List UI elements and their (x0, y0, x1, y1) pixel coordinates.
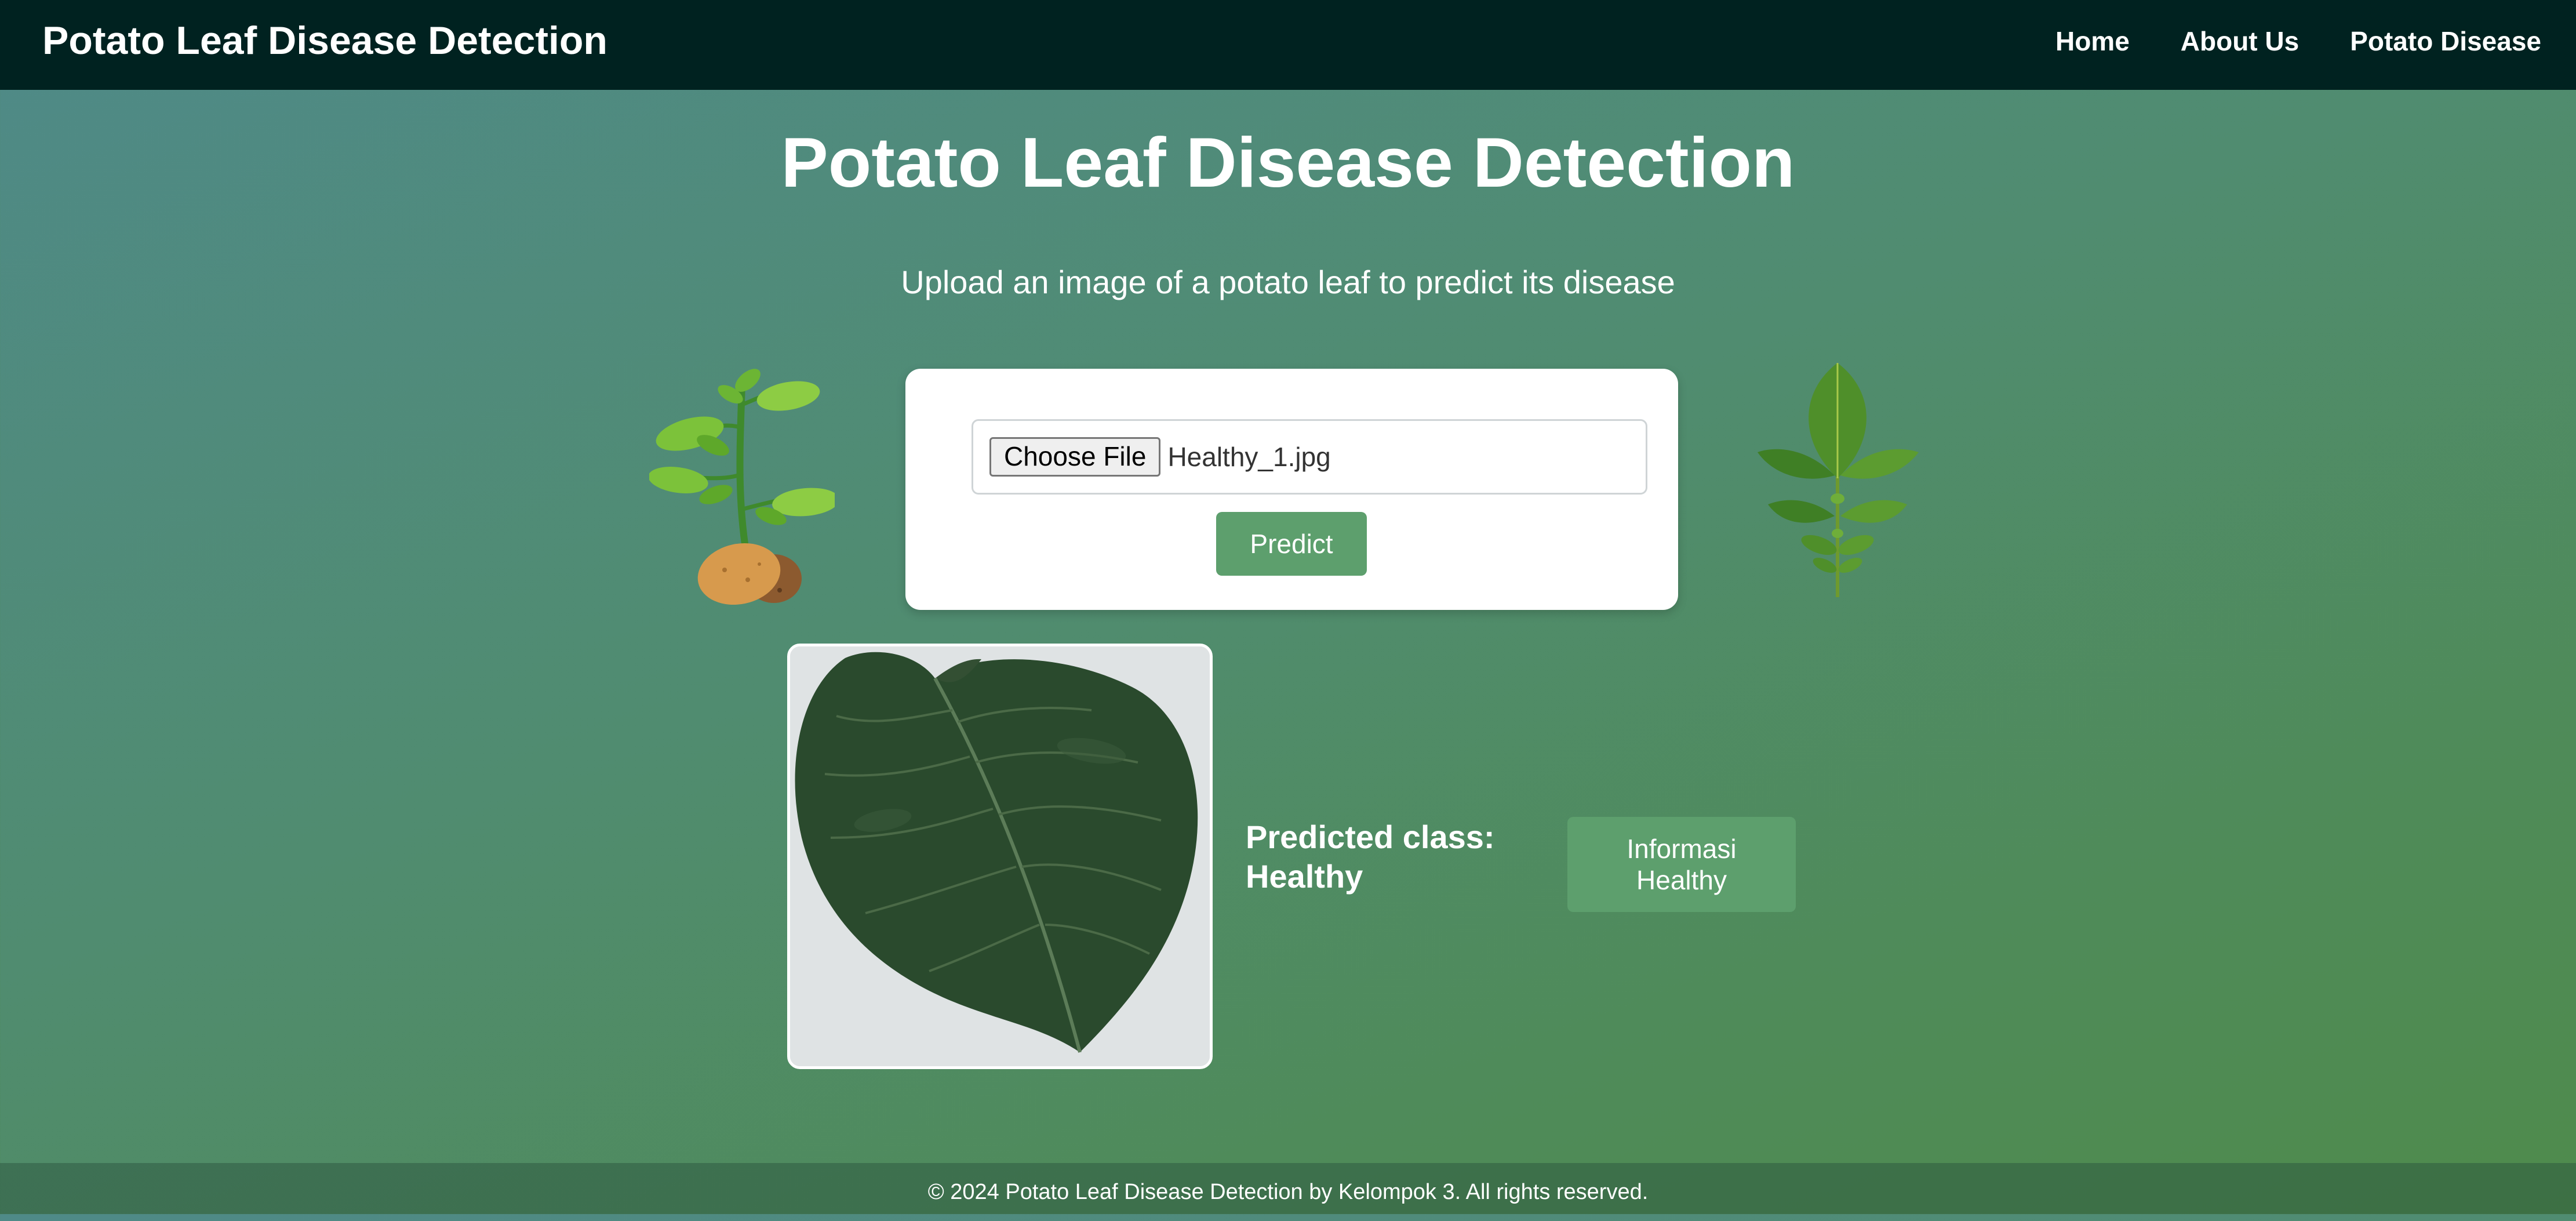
potato-plant-icon (648, 364, 839, 608)
selected-file-name: Healthy_1.jpg (1167, 442, 1331, 472)
nav-link-about-us[interactable]: About Us (2181, 26, 2299, 57)
info-healthy-button[interactable]: Informasi Healthy (1567, 817, 1796, 912)
upload-card: Choose File Healthy_1.jpg Predict (905, 369, 1678, 610)
page-subtitle: Upload an image of a potato leaf to pred… (901, 264, 1675, 300)
uploaded-leaf-image (787, 644, 1213, 1069)
brand-title[interactable]: Potato Leaf Disease Detection (42, 0, 607, 90)
file-input[interactable]: Choose File Healthy_1.jpg (972, 419, 1647, 495)
choose-file-button[interactable]: Choose File (989, 437, 1161, 477)
nav-link-home[interactable]: Home (2055, 26, 2130, 57)
predicted-class-text: Predicted class: Healthy (1246, 819, 1495, 895)
navbar: Potato Leaf Disease Detection Home About… (0, 0, 2576, 90)
page-title: Potato Leaf Disease Detection (781, 123, 1795, 202)
nav-link-potato-disease[interactable]: Potato Disease (2350, 26, 2541, 57)
predict-button[interactable]: Predict (1216, 512, 1367, 576)
leaf-sprig-icon (1751, 359, 1924, 603)
footer-copyright: © 2024 Potato Leaf Disease Detection by … (0, 1163, 2576, 1214)
nav-links: Home About Us Potato Disease (2055, 0, 2541, 90)
